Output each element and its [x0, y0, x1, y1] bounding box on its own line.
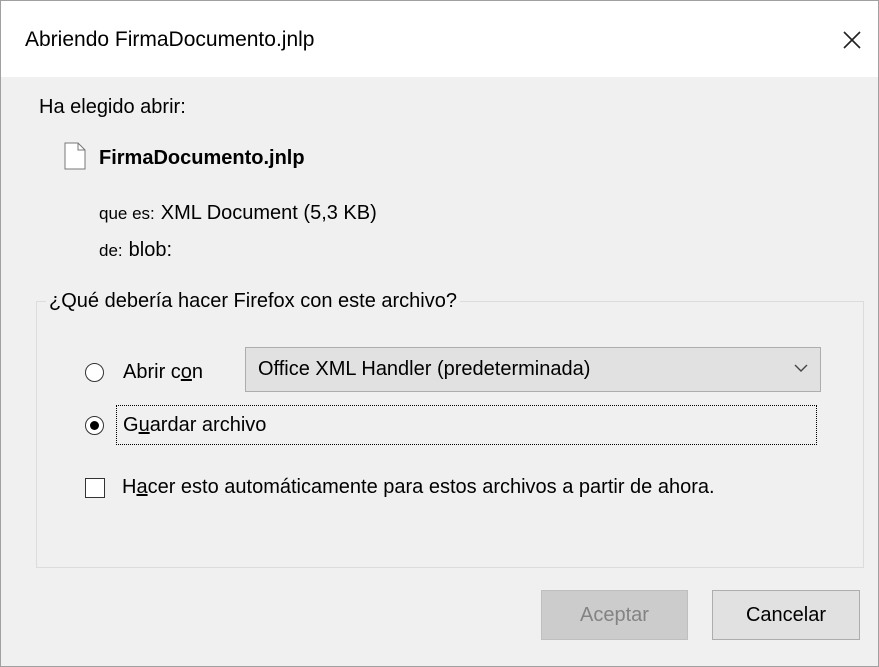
auto-action-label[interactable]: Hacer esto automáticamente para estos ar… — [122, 476, 715, 499]
auto-action-checkbox[interactable] — [85, 478, 105, 498]
intro-text: Ha elegido abrir: — [39, 96, 186, 118]
action-group-legend: ¿Qué debería hacer Firefox con este arch… — [46, 290, 460, 313]
handler-select-value: Office XML Handler (predeterminada) — [258, 358, 591, 380]
open-with-radio[interactable] — [85, 363, 104, 382]
file-source-value: blob: — [128, 239, 173, 261]
dialog-title: Abriendo FirmaDocumento.jnlp — [25, 28, 315, 51]
file-source-label: de: — [99, 241, 123, 260]
accept-button[interactable]: Aceptar — [541, 590, 688, 640]
download-dialog: Abriendo FirmaDocumento.jnlp Ha elegido … — [0, 0, 879, 667]
close-button[interactable] — [832, 15, 872, 65]
cancel-button[interactable]: Cancelar — [712, 590, 860, 640]
file-type-value: XML Document (5,3 KB) — [160, 202, 377, 224]
save-file-radio[interactable] — [85, 416, 104, 435]
file-icon — [64, 142, 86, 170]
chevron-down-icon — [794, 364, 808, 372]
file-type-label: que es: — [99, 204, 155, 223]
close-icon — [843, 31, 861, 49]
file-name: FirmaDocumento.jnlp — [99, 147, 305, 169]
file-source-row: de: blob: — [99, 239, 172, 262]
file-type-row: que es: XML Document (5,3 KB) — [99, 202, 377, 225]
radio-selected-dot — [90, 421, 99, 430]
save-file-label[interactable]: Guardar archivo — [123, 414, 266, 437]
open-with-label[interactable]: Abrir con — [123, 361, 203, 384]
handler-select[interactable]: Office XML Handler (predeterminada) — [245, 347, 821, 392]
title-bar: Abriendo FirmaDocumento.jnlp — [1, 1, 878, 77]
